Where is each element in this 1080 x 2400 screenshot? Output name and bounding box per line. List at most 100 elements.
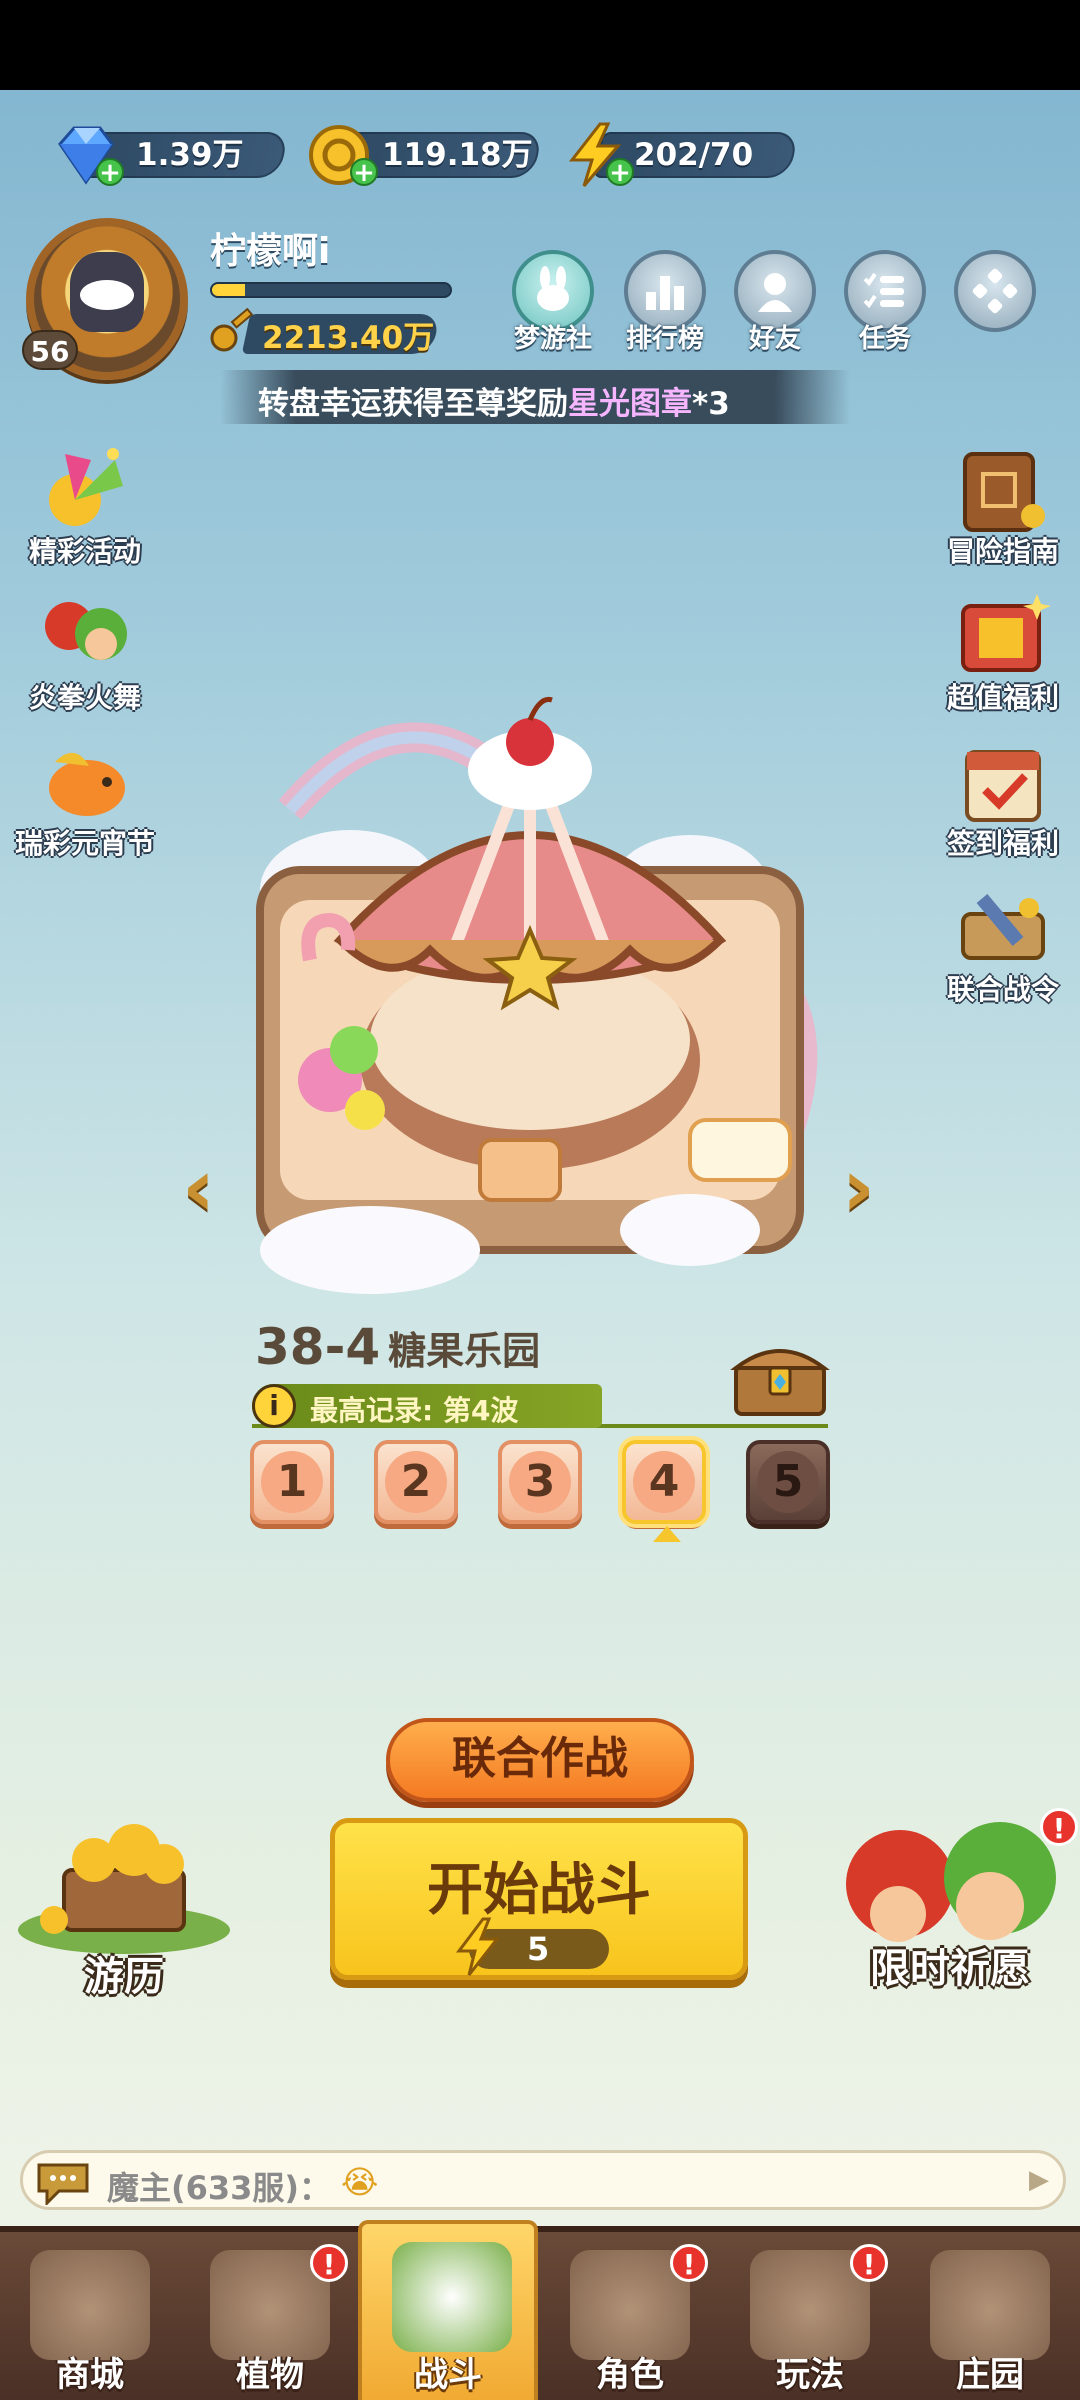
bottom-nav: 商城 植物! 战斗 角色! 玩法! 庄园	[0, 2220, 1080, 2400]
calendar-check-icon	[965, 750, 1041, 822]
prev-stage-arrow[interactable]: ‹	[182, 1148, 242, 1228]
chat-bubble-icon	[37, 2163, 89, 2205]
status-bar	[0, 0, 1080, 90]
nav-tab-characters[interactable]: 角色!	[540, 2232, 720, 2400]
wave-number: 5	[757, 1451, 819, 1513]
wave-button-1[interactable]: 1	[250, 1440, 334, 1524]
coop-battle-button[interactable]: 联合作战	[386, 1718, 694, 1802]
treasure-pile-icon	[18, 1824, 230, 1954]
nav-tab-label: 商城	[56, 2355, 124, 2395]
wave-button-2[interactable]: 2	[374, 1440, 458, 1524]
nav-tab-gameplay[interactable]: 玩法!	[720, 2232, 900, 2400]
limited-wish-button[interactable]: 限时祈愿 !	[830, 1808, 1078, 1992]
wave-button-5[interactable]: 5	[746, 1440, 830, 1524]
party-icon	[49, 448, 123, 526]
energy-cost: 5	[456, 1917, 609, 1976]
announcement-marquee: 转盘幸运获得至尊奖励星光图章*3	[220, 370, 850, 424]
gems-value: 1.39万	[136, 137, 244, 173]
side-checkin-button[interactable]: 签到福利	[918, 732, 1080, 872]
lightning-icon	[456, 1917, 501, 1976]
book-icon	[963, 452, 1045, 532]
menu-tasks[interactable]: 任务	[840, 250, 930, 355]
start-battle-label: 开始战斗	[427, 1858, 651, 1923]
menu-label: 排行榜	[625, 324, 704, 354]
next-stage-arrow[interactable]: ›	[842, 1148, 902, 1228]
menu-label: 任务	[858, 324, 911, 354]
gift-pack-icon	[961, 594, 1051, 672]
energy-value: 202/70	[634, 137, 754, 173]
selected-wave-pointer	[653, 1526, 681, 1542]
battle-icon	[392, 2242, 512, 2352]
menu-more[interactable]	[950, 250, 1040, 332]
gold-currency[interactable]: 2213.40万	[206, 308, 441, 360]
coins-currency[interactable]: + 119.18万	[302, 118, 543, 192]
alert-badge: !	[670, 2244, 708, 2282]
hero-portrait-icon	[45, 602, 127, 660]
gems-currency[interactable]: + 1.39万	[48, 118, 289, 192]
menu-leaderboard[interactable]: 排行榜	[620, 250, 710, 355]
side-label: 炎拳火舞	[28, 681, 141, 714]
stage-illustration	[256, 696, 818, 1294]
nav-tab-shop[interactable]: 商城	[0, 2232, 180, 2400]
side-battle-pass-button[interactable]: 联合战令	[918, 878, 1080, 1018]
stage-name: 糖果乐园	[388, 1329, 541, 1373]
alert-badge: !	[1040, 1808, 1078, 1846]
start-battle-button[interactable]: 开始战斗 5	[330, 1818, 748, 1980]
nav-tab-label: 角色	[596, 2355, 664, 2395]
alert-badge: !	[310, 2244, 348, 2282]
shop-icon	[30, 2250, 150, 2360]
wave-number: 4	[633, 1451, 695, 1513]
add-energy-icon[interactable]: +	[606, 158, 634, 186]
side-label: 联合战令	[946, 973, 1059, 1006]
marquee-text: 转盘幸运获得至尊奖励星光图章*3	[258, 378, 730, 423]
add-coins-icon[interactable]: +	[350, 158, 378, 186]
chat-bar[interactable]: 魔主(633服)： 😭 ▶	[20, 2150, 1066, 2210]
manor-icon	[930, 2250, 1050, 2360]
energy-currency[interactable]: + 202/70	[558, 118, 799, 192]
side-lantern-festival-button[interactable]: 瑞彩元宵节	[0, 732, 170, 872]
side-label: 精彩活动	[28, 535, 141, 568]
crying-emoji-icon: 😭	[341, 2163, 379, 2201]
lantern-fish-icon	[49, 752, 125, 816]
wave-number: 2	[385, 1451, 447, 1513]
menu-dream-club[interactable]: 梦游社	[508, 250, 598, 355]
nav-tab-label: 植物	[236, 2355, 304, 2395]
marquee-highlight: 星光图章	[568, 386, 692, 422]
side-label: 冒险指南	[946, 535, 1059, 568]
nav-tab-label: 玩法	[776, 2355, 844, 2395]
alert-badge: !	[850, 2244, 888, 2282]
side-adventure-guide-button[interactable]: 冒险指南	[918, 440, 1080, 580]
side-fire-dance-button[interactable]: 炎拳火舞	[0, 586, 170, 726]
side-events-button[interactable]: 精彩活动	[0, 440, 170, 580]
key-icon	[210, 308, 254, 352]
treasure-map-icon	[961, 894, 1045, 960]
gold-value: 2213.40万	[262, 320, 435, 356]
more-icon	[954, 250, 1036, 332]
menu-friends[interactable]: 好友	[730, 250, 820, 355]
treasure-chest-icon[interactable]	[730, 1338, 830, 1418]
nav-tab-plants[interactable]: 植物!	[180, 2232, 360, 2400]
coins-value: 119.18万	[382, 137, 533, 173]
limited-wish-label: 限时祈愿	[870, 1946, 1030, 1992]
exp-bar-fill	[212, 284, 246, 296]
nav-tab-label: 庄园	[956, 2355, 1024, 2395]
side-value-deals-button[interactable]: 超值福利	[918, 586, 1080, 726]
wave-number: 3	[509, 1451, 571, 1513]
journey-label: 游历	[84, 1954, 164, 2000]
chat-expand-icon[interactable]: ▶	[1029, 2165, 1049, 2195]
nav-tab-manor[interactable]: 庄园	[900, 2232, 1080, 2400]
marquee-prefix: 转盘幸运获得至尊奖励	[258, 386, 568, 422]
wave-button-3[interactable]: 3	[498, 1440, 582, 1524]
wave-button-4[interactable]: 4	[622, 1440, 706, 1524]
best-record-text: 最高记录: 第4波	[310, 1394, 519, 1427]
add-gems-icon[interactable]: +	[96, 158, 124, 186]
journey-button[interactable]: 游历	[4, 1820, 244, 2000]
exp-bar	[210, 282, 452, 298]
best-record: i 最高记录: 第4波	[252, 1384, 602, 1428]
side-label: 签到福利	[946, 827, 1059, 860]
level-badge: 56	[22, 330, 78, 370]
menu-label: 梦游社	[513, 324, 592, 354]
nav-tab-battle[interactable]: 战斗	[358, 2220, 538, 2400]
marquee-suffix: *3	[692, 386, 730, 422]
menu-label: 好友	[748, 324, 801, 354]
